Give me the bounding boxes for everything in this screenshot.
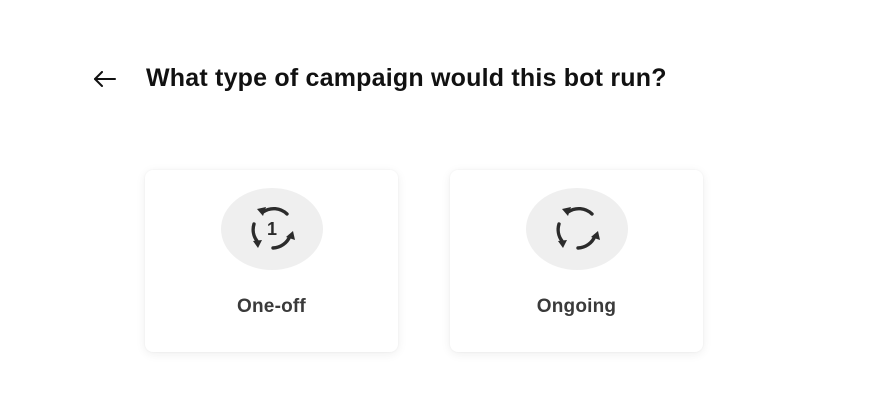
option-card-ongoing[interactable]: Ongoing — [450, 170, 703, 352]
page-title: What type of campaign would this bot run… — [146, 64, 667, 92]
campaign-type-options: 1 One-off Ongoing — [145, 170, 703, 352]
back-button[interactable] — [92, 66, 118, 92]
cycle-repeat-icon — [556, 207, 600, 250]
campaign-type-page: What type of campaign would this bot run… — [0, 0, 872, 409]
option-card-one-off[interactable]: 1 One-off — [145, 170, 398, 352]
option-label: Ongoing — [536, 296, 617, 317]
icon-circle: 1 — [220, 188, 323, 270]
page-header: What type of campaign would this bot run… — [92, 64, 667, 93]
arrow-left-icon — [94, 70, 116, 87]
icon-circle — [525, 188, 628, 270]
cycle-once-icon: 1 — [251, 207, 295, 250]
option-label: One-off — [237, 296, 306, 317]
cycle-count-text: 1 — [266, 219, 276, 239]
